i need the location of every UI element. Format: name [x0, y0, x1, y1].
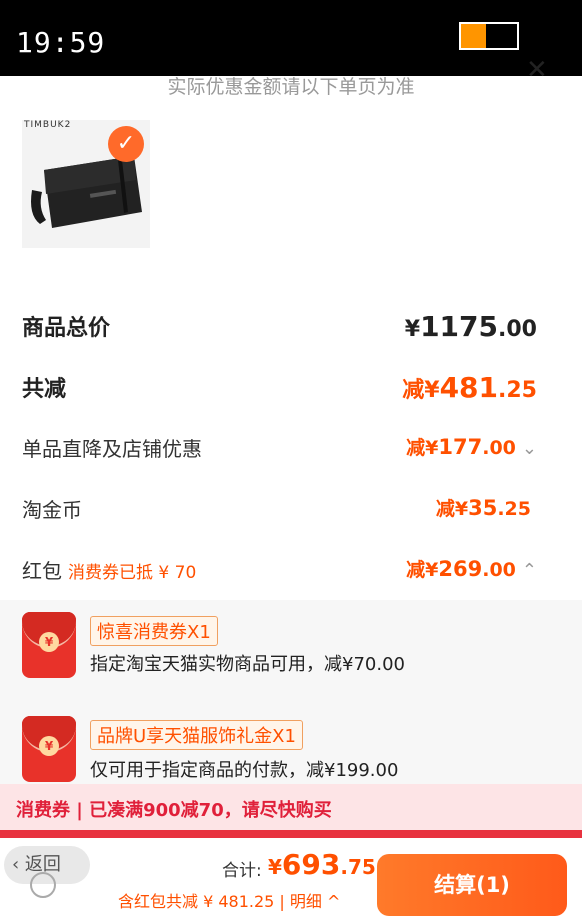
discount-label: 共减 — [22, 377, 67, 402]
checkout-button[interactable]: 结算(1) — [377, 854, 567, 916]
red-packet-icon: ¥ — [22, 612, 76, 678]
chevron-left-icon: ‹ — [12, 854, 25, 875]
coupon-desc: 指定淘宝天猫实物商品可用，减¥70.00 — [90, 654, 405, 675]
summary-total-row: 商品总价 ¥1175.00 — [22, 310, 537, 350]
discount-item-label: 单品直降及店铺优惠 — [22, 437, 202, 461]
discount-item-redpacket[interactable]: 红包 消费券已抵 ¥ 70 减¥269.00 ⌃ — [22, 555, 537, 595]
chevron-up-icon: ^ — [321, 892, 341, 911]
status-time: 19:59 — [16, 26, 106, 59]
discount-item-store[interactable]: 单品直降及店铺优惠 减¥177.00 ⌄ — [22, 433, 537, 473]
discount-item-value: 减¥177.00 ⌄ — [406, 435, 537, 459]
discount-value: 减¥481.25 — [402, 371, 537, 404]
coupon-applied-note: 消费券已抵 ¥ 70 — [68, 563, 197, 583]
coupon-tag: 惊喜消费券X1 — [90, 616, 218, 646]
selected-check-icon[interactable]: ✓ — [108, 126, 144, 162]
assistive-touch-icon[interactable] — [30, 872, 56, 898]
battery-icon — [459, 22, 519, 50]
discount-item-label: 淘金币 — [22, 498, 82, 522]
discount-item-label: 红包 — [22, 559, 62, 583]
promo-bar[interactable]: 消费券 | 已凑满900减70，请尽快购买 — [0, 784, 582, 830]
status-bar: 19:59 — [0, 0, 582, 76]
red-packet-icon: ¥ — [22, 716, 76, 782]
discount-item-value: 减¥269.00 ⌃ — [406, 557, 537, 581]
discount-item-label-group: 红包 消费券已抵 ¥ 70 — [22, 555, 196, 584]
discount-item-value: 减¥35.25 — [435, 496, 531, 520]
battery-level — [461, 24, 487, 48]
total-price-value: ¥1175.00 — [404, 310, 537, 343]
summary-discount-row: 共减 减¥481.25 — [22, 371, 537, 411]
coupon-tag: 品牌U享天猫服饰礼金X1 — [90, 720, 303, 750]
chevron-up-icon[interactable]: ⌃ — [522, 560, 537, 581]
price-hint: 实际优惠金额请以下单页为准 — [167, 76, 415, 98]
promo-text: 消费券 | 已凑满900减70，请尽快购买 — [16, 800, 332, 821]
total-value: ¥693.75 — [268, 848, 376, 881]
total-detail-link[interactable]: 含红包共减 ¥ 481.25 | 明细 ^ — [118, 888, 340, 912]
promo-divider — [0, 830, 582, 838]
coupon-list: ¥ 惊喜消费券X1 指定淘宝天猫实物商品可用，减¥70.00 ¥ 品牌U享天猫服… — [0, 600, 582, 784]
total-label: 合计: — [222, 861, 262, 881]
product-brand-logo: TIMBUK2 — [24, 120, 72, 130]
coupon-desc: 仅可用于指定商品的付款，减¥199.00 — [90, 760, 399, 781]
discount-item-coins: 淘金币 减¥35.25 — [22, 494, 537, 534]
total-price-label: 商品总价 — [22, 316, 111, 341]
chevron-down-icon[interactable]: ⌄ — [522, 438, 537, 459]
